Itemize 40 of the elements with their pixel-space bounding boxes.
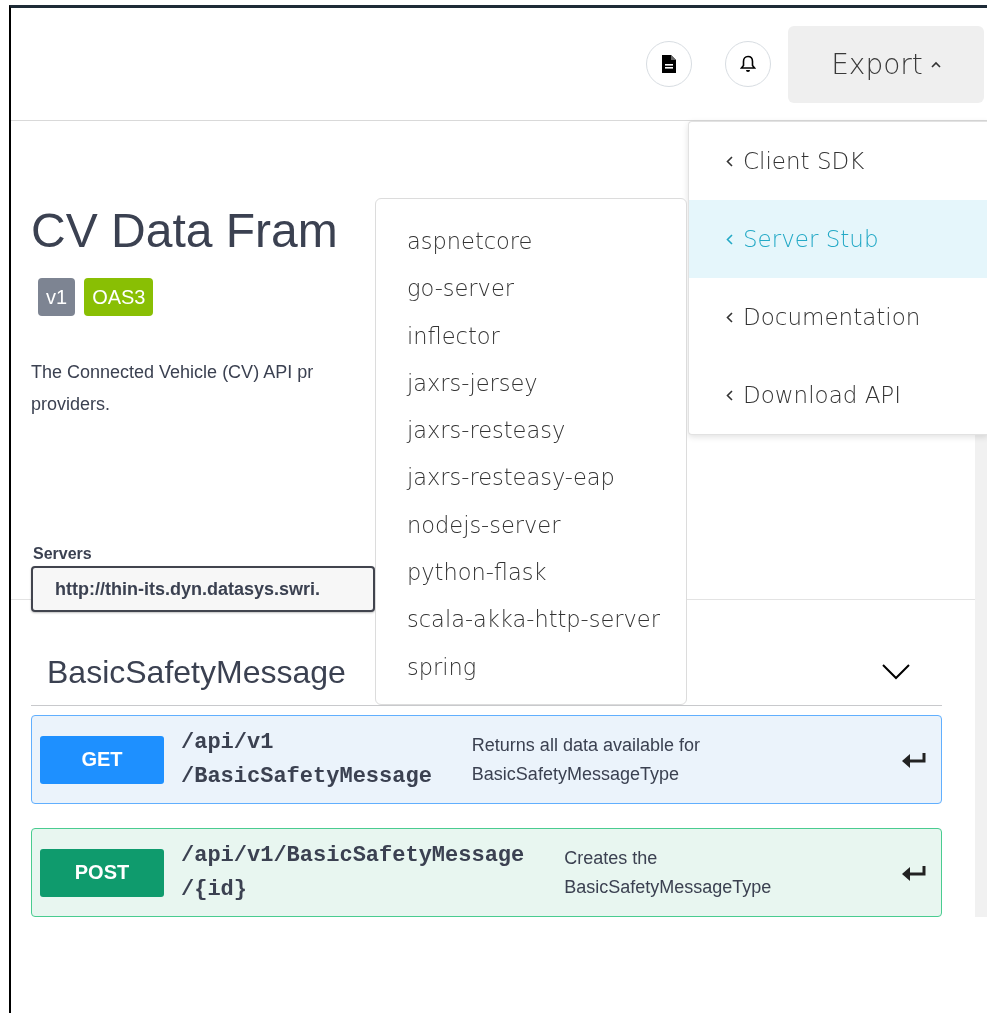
- menu-item[interactable]: spring: [407, 643, 686, 691]
- operation-row[interactable]: POST /api/v1/BasicSafetyMessage /{id} Creates the BasicSafetyMessageType: [31, 828, 942, 917]
- menu-item[interactable]: jaxrs-jersey: [407, 359, 686, 408]
- export-menu-item[interactable]: Documentation: [689, 278, 987, 356]
- endpoint-path: /api/v1/BasicSafetyMessage /{id}: [181, 841, 525, 904]
- api-title: CV Data Fram: [31, 203, 338, 259]
- chevron-left-icon: [726, 389, 733, 401]
- return-icon: [901, 751, 927, 768]
- menu-item[interactable]: jaxrs-resteasy-eap: [407, 454, 686, 502]
- endpoint-summary: Creates the BasicSafetyMessageType: [564, 846, 773, 899]
- document-icon: [662, 55, 676, 73]
- method-button[interactable]: POST: [40, 848, 164, 897]
- endpoint-path: /api/v1 /BasicSafetyMessage: [181, 728, 432, 791]
- version-badge: OAS3: [84, 278, 154, 316]
- chevron-left-icon: [726, 233, 733, 245]
- menu-item[interactable]: aspnetcore: [407, 218, 686, 266]
- return-icon: [901, 864, 927, 881]
- servers-label: Servers: [33, 545, 92, 563]
- tag-title: BasicSafetyMessage: [47, 653, 346, 691]
- document-button[interactable]: [646, 41, 692, 87]
- caret-up-icon: [930, 60, 941, 68]
- menu-item[interactable]: nodejs-server: [407, 501, 686, 550]
- endpoint-summary: Returns all data available for BasicSafetyMessageType: [471, 733, 701, 786]
- menu-item[interactable]: jaxrs-resteasy: [407, 407, 686, 455]
- chevron-left-icon: [726, 155, 733, 167]
- chevron-down-icon[interactable]: [882, 664, 910, 680]
- export-menu-item[interactable]: Download API: [689, 356, 987, 434]
- bell-icon: [740, 55, 756, 73]
- version-badge: v1: [38, 278, 76, 316]
- notification-button[interactable]: [725, 41, 771, 87]
- export-menu-item[interactable]: Client SDK: [689, 122, 987, 200]
- menu-item[interactable]: scala-akka-http-server: [407, 596, 686, 644]
- operation-row[interactable]: GET /api/v1 /BasicSafetyMessage Returns all data available for BasicSafetyMessageType: [31, 715, 942, 804]
- export-button[interactable]: Export: [788, 25, 984, 103]
- api-description: The Connected Vehicle (CV) API pr providers.: [31, 361, 314, 416]
- menu-item[interactable]: go-server: [407, 265, 686, 313]
- menu-item[interactable]: python-flask: [407, 549, 686, 597]
- servers-select[interactable]: http://thin-its.dyn.datasys.swri.: [31, 566, 375, 612]
- menu-item[interactable]: inflector: [407, 312, 686, 360]
- chevron-left-icon: [726, 311, 733, 323]
